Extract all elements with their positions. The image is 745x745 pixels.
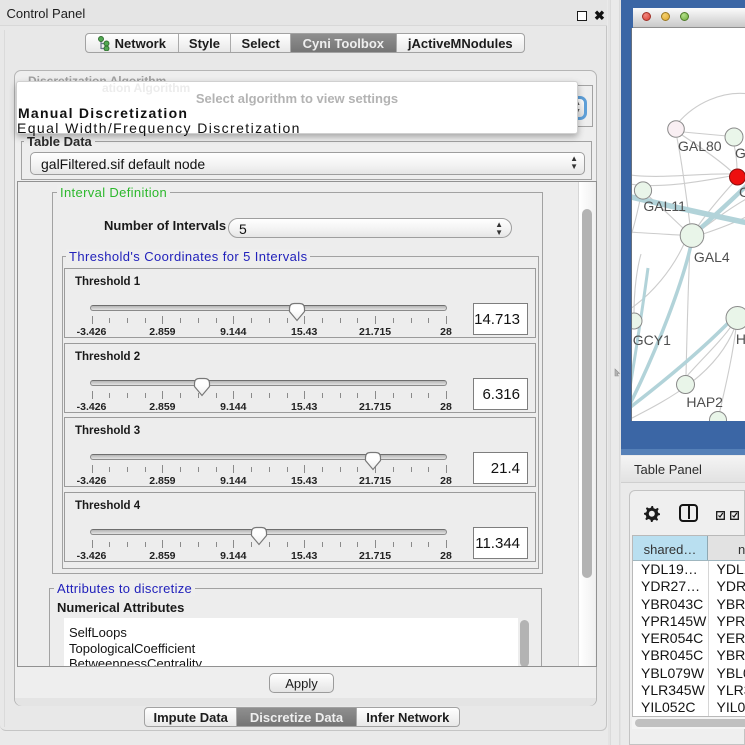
- svg-text:HAP2: HAP2: [686, 394, 723, 410]
- svg-text:GCY1: GCY1: [633, 332, 671, 348]
- svg-text:C: C: [739, 184, 745, 200]
- svg-text:GAL11: GAL11: [643, 198, 686, 214]
- svg-text:GAL: GAL: [735, 145, 745, 161]
- svg-text:GAL4: GAL4: [694, 249, 730, 265]
- svg-text:GAL80: GAL80: [678, 138, 722, 154]
- svg-text:HIS: HIS: [736, 331, 745, 347]
